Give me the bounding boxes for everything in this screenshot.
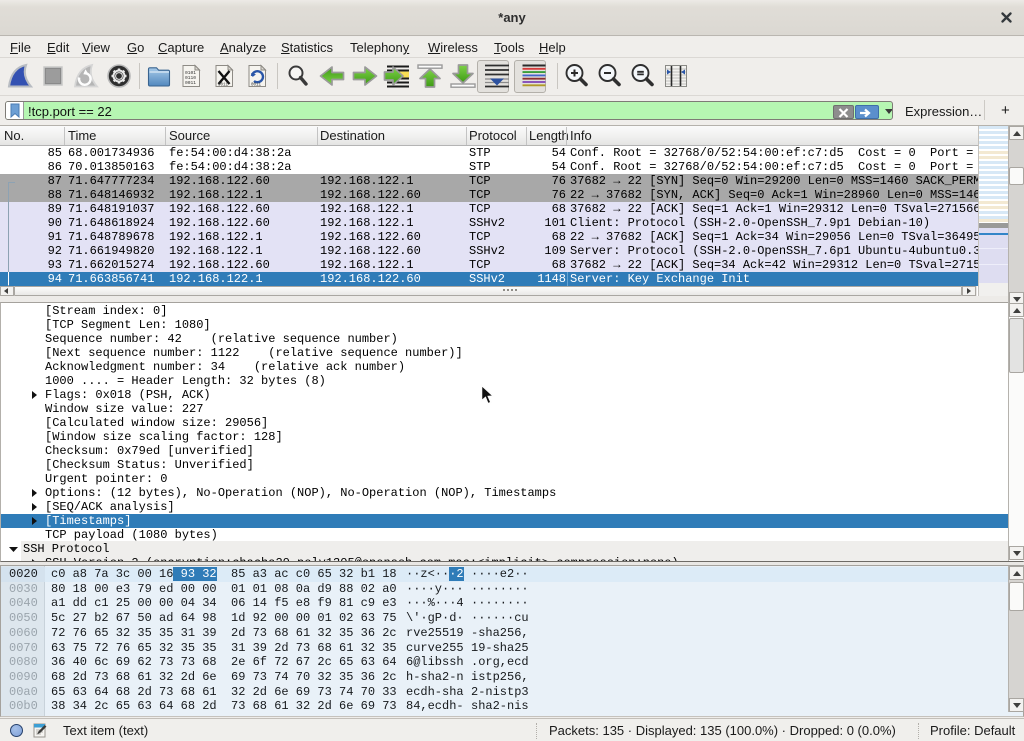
svg-text:0011: 0011 [251,84,262,88]
svg-text:0011: 0011 [185,80,196,86]
svg-text:0011: 0011 [218,84,229,88]
